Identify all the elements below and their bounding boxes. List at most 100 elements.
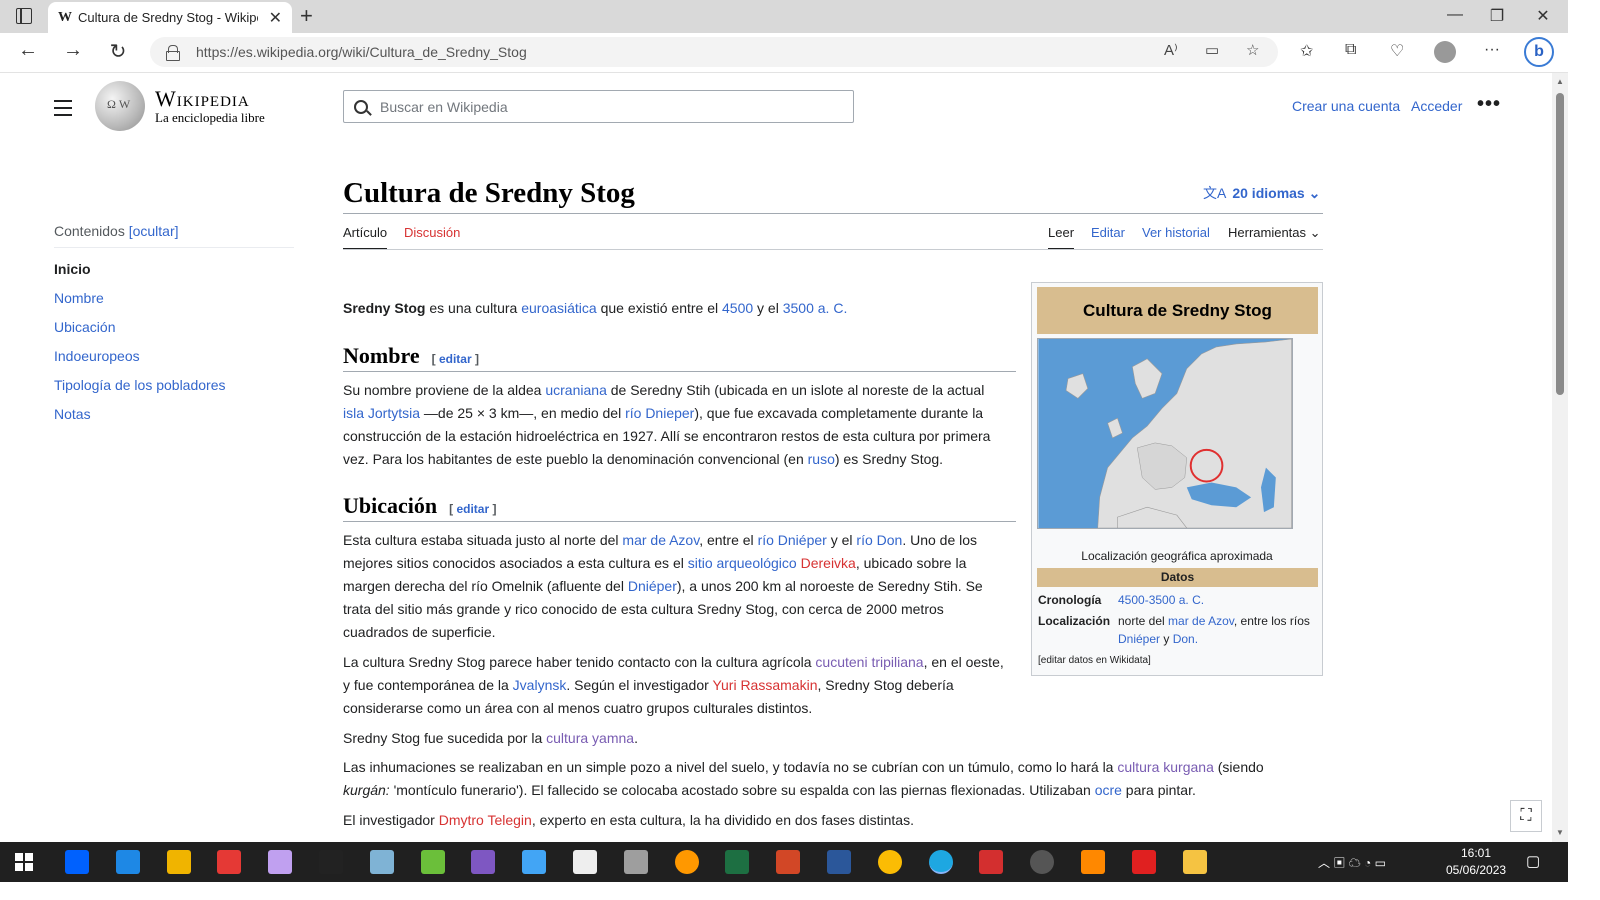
edit-wikidata-link[interactable]: [editar datos en Wikidata] <box>1038 655 1151 666</box>
qgis-icon[interactable] <box>420 850 445 874</box>
toc-item-inicio[interactable]: Inicio <box>54 261 294 277</box>
link-mar-de-azov[interactable]: mar de Azov <box>1168 614 1234 628</box>
tab-actions-icon[interactable] <box>16 8 32 24</box>
link-cultura-kurgana[interactable]: cultura kurgana <box>1117 759 1214 775</box>
link-ocre[interactable]: ocre <box>1095 782 1122 798</box>
search-input[interactable] <box>380 98 820 115</box>
app-purple-icon[interactable] <box>471 850 496 874</box>
link-rio-dnieper[interactable]: río Dnieper <box>625 405 694 421</box>
link-ucraniana[interactable]: ucraniana <box>545 382 607 398</box>
search-box[interactable] <box>343 90 854 123</box>
link-euroasiatica[interactable]: euroasiática <box>521 300 597 316</box>
url-text[interactable]: https://es.wikipedia.org/wiki/Cultura_de… <box>196 44 527 60</box>
excel-icon[interactable] <box>725 850 750 874</box>
tab-edit[interactable]: Editar <box>1091 225 1125 248</box>
notification-icon[interactable]: ▢ <box>1526 852 1540 870</box>
close-icon[interactable]: ✕ <box>269 8 282 28</box>
immersive-reader-icon[interactable]: ▭ <box>1205 41 1219 59</box>
refresh-icon[interactable]: ↻ <box>104 39 132 64</box>
login-link[interactable]: Acceder <box>1411 98 1462 114</box>
bing-icon[interactable]: b <box>1524 37 1554 67</box>
profile-icon[interactable] <box>1434 41 1456 63</box>
window-close-icon[interactable]: ✕ <box>1528 6 1558 26</box>
edit-section-link[interactable]: [ editar ] <box>449 502 496 516</box>
edit-link[interactable]: editar <box>439 352 472 366</box>
toc-item-tipologia[interactable]: Tipología de los pobladores <box>54 377 294 393</box>
link-rio-dnieper[interactable]: río Dniéper <box>758 532 827 548</box>
app-people-icon[interactable] <box>573 850 597 874</box>
favorite-star-icon[interactable]: ☆ <box>1246 41 1259 59</box>
create-account-link[interactable]: Crear una cuenta <box>1292 98 1400 114</box>
powerpoint-icon[interactable] <box>776 850 801 874</box>
toc-item-notas[interactable]: Notas <box>54 406 294 422</box>
edge-icon[interactable] <box>928 850 953 874</box>
toc-item-indoeuropeos[interactable]: Indoeuropeos <box>54 348 294 364</box>
link-mar-de-azov[interactable]: mar de Azov <box>622 532 699 548</box>
link-cucuteni[interactable]: cucuteni tripiliana <box>815 654 923 670</box>
minimize-icon[interactable]: — <box>1440 6 1470 24</box>
favorites-icon[interactable]: ✩ <box>1300 41 1313 61</box>
cronologia-link[interactable]: 4500-3500 a. C. <box>1118 591 1313 609</box>
back-icon[interactable]: ← <box>14 39 42 62</box>
tab-talk[interactable]: Discusión <box>404 225 460 248</box>
wikipedia-globe-logo[interactable] <box>95 81 145 131</box>
windows-start-icon[interactable] <box>15 853 33 871</box>
collections-icon[interactable]: ⧉ <box>1345 41 1356 59</box>
link-cultura-yamna[interactable]: cultura yamna <box>546 730 634 746</box>
scrollbar[interactable]: ▲ ▼ <box>1552 73 1568 842</box>
scroll-down-icon[interactable]: ▼ <box>1556 828 1564 837</box>
lock-icon[interactable] <box>166 45 180 61</box>
fullscreen-toggle-icon[interactable]: ⛶ <box>1510 800 1542 832</box>
read-aloud-icon[interactable]: A⁾ <box>1164 41 1178 59</box>
link-dereivka[interactable]: Dereivka <box>801 555 856 571</box>
language-button[interactable]: 文A 20 idiomas ⌄ <box>1203 183 1320 203</box>
app-paint-icon[interactable] <box>369 850 394 874</box>
more-icon[interactable]: ··· <box>1484 41 1500 59</box>
scrollbar-thumb[interactable] <box>1556 93 1564 395</box>
restore-icon[interactable]: ❐ <box>1482 6 1512 26</box>
wikipedia-wordmark[interactable]: Wikipedia <box>155 86 250 112</box>
store-icon[interactable] <box>166 850 191 874</box>
app-blue-icon[interactable] <box>522 850 547 874</box>
vlc-icon[interactable] <box>1081 850 1105 874</box>
more-options-icon[interactable]: ••• <box>1477 93 1501 116</box>
word-icon[interactable] <box>827 850 851 874</box>
mail-icon[interactable] <box>115 850 140 874</box>
chrome-icon[interactable] <box>877 850 902 874</box>
forward-icon[interactable]: → <box>59 39 87 62</box>
toc-item-ubicacion[interactable]: Ubicación <box>54 319 294 335</box>
browser-essentials-icon[interactable]: ♡ <box>1390 41 1404 61</box>
toc-item-nombre[interactable]: Nombre <box>54 290 294 306</box>
edit-section-link[interactable]: [ editar ] <box>432 352 479 366</box>
app-color-icon[interactable] <box>268 850 293 874</box>
app-car-icon[interactable] <box>623 850 648 874</box>
tab-tools[interactable]: Herramientas ⌄ <box>1228 225 1321 249</box>
link-rio-don[interactable]: río Don <box>856 532 902 548</box>
location-map[interactable] <box>1037 338 1293 529</box>
acrobat-icon[interactable] <box>1131 850 1156 874</box>
app-ring-icon[interactable] <box>674 850 699 874</box>
link-dnieper[interactable]: Dniéper <box>628 578 677 594</box>
link-yuri-rassamakin[interactable]: Yuri Rassamakin <box>712 677 817 693</box>
clock[interactable]: 16:01 05/06/2023 <box>1446 845 1506 879</box>
link-3500[interactable]: 3500 a. C. <box>783 300 848 316</box>
file-explorer-icon[interactable] <box>1182 850 1207 874</box>
app-red-icon[interactable] <box>217 850 242 874</box>
link-dnieper[interactable]: Dniéper <box>1118 632 1160 646</box>
tab-read[interactable]: Leer <box>1048 225 1075 250</box>
app-s-icon[interactable] <box>319 850 343 874</box>
app-camera-icon[interactable] <box>979 850 1004 874</box>
edit-link[interactable]: editar <box>456 502 489 516</box>
link-ruso[interactable]: ruso <box>808 451 835 467</box>
tab-article[interactable]: Artículo <box>343 225 388 250</box>
link-don[interactable]: Don. <box>1173 632 1198 646</box>
scroll-up-icon[interactable]: ▲ <box>1556 77 1564 86</box>
link-sitio-arqueologico[interactable]: sitio arqueológico <box>688 555 797 571</box>
link-jvalynsk[interactable]: Jvalynsk <box>513 677 567 693</box>
url-field[interactable]: https://es.wikipedia.org/wiki/Cultura_de… <box>150 37 1278 67</box>
toc-hide-link[interactable]: [ocultar] <box>129 223 179 239</box>
app-circle-icon[interactable] <box>1030 850 1055 874</box>
browser-tab[interactable]: W Cultura de Sredny Stog - Wikipedia ✕ <box>48 2 292 33</box>
link-dmytro-telegin[interactable]: Dmytro Telegin <box>439 812 532 828</box>
new-tab-icon[interactable]: + <box>300 3 313 29</box>
